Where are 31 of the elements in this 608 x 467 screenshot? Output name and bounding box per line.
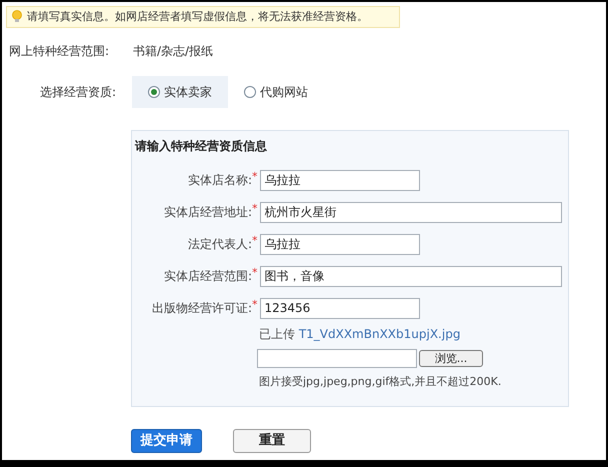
reset-button[interactable]: 重置 [233,429,311,453]
uploaded-text: 已上传 T1_VdXXmBnXXb1upjX.jpg [259,326,462,343]
field-label: 出版物经营许可证: [150,300,252,317]
field-label: 法定代表人: [186,236,252,253]
qualification-label: 选择经营资质: [40,84,118,101]
radio-button[interactable] [244,86,256,98]
radio-label: 代购网站 [260,84,308,101]
field-label: 实体店名称: [186,172,252,189]
lightbulb-icon [11,10,23,24]
submit-button[interactable]: 提交申请 [131,429,202,453]
required-mark: * [252,233,258,249]
field-label: 实体店经营地址: [162,204,252,221]
text-field[interactable]: 123456 [260,298,420,318]
text-field[interactable]: 乌拉拉 [260,170,420,190]
browse-button[interactable]: 浏览... [419,350,483,367]
hint-text: 图片接受jpg,jpeg,png,gif格式,并且不超过200K. [259,374,502,390]
required-mark: * [252,169,258,185]
radio-label: 实体卖家 [164,84,212,101]
required-mark: * [252,297,258,313]
field-label: 实体店经营范围: [162,268,252,285]
text-field[interactable]: 乌拉拉 [260,234,420,254]
scope-label: 网上特种经营范围: [9,43,110,60]
required-mark: * [252,265,258,281]
file-path-field[interactable] [257,349,417,368]
radio-button[interactable] [148,86,160,98]
text-field[interactable]: 图书，音像 [260,266,562,286]
text-field[interactable]: 杭州市火星街 [260,202,562,222]
panel-title: 请输入特种经营资质信息 [135,138,268,155]
required-mark: * [252,201,258,217]
scope-value: 书籍/杂志/报纸 [133,43,214,60]
notice-text: 请填写真实信息。如网店经营者填写虚假信息，将无法获准经营资格。 [27,8,368,25]
